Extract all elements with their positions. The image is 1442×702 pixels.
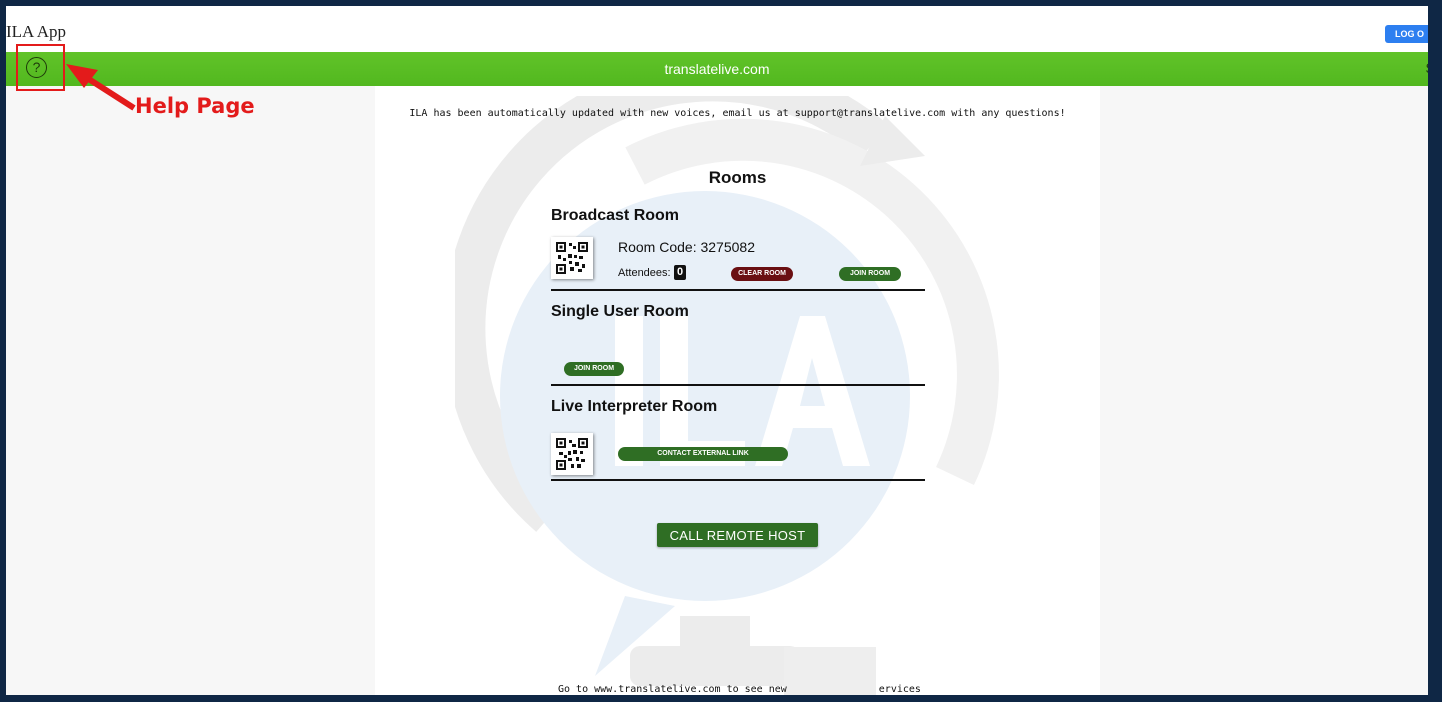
divider (551, 479, 925, 481)
footer-text: Go to www.translatelive.com to see new er… (558, 684, 921, 695)
help-page-annotation: Help Page (135, 94, 255, 118)
qr-code-icon (556, 438, 588, 470)
footer-text-left: Go to www.translatelive.com to see new (558, 684, 787, 695)
title-bar: ILA App LOG O (6, 6, 1428, 52)
attendees-count-badge: 0 (674, 265, 686, 280)
logout-button[interactable]: LOG O (1385, 25, 1428, 43)
site-name: translatelive.com (664, 61, 770, 77)
attendees-label: Attendees: (618, 267, 671, 279)
interpreter-qr-code[interactable] (551, 433, 593, 475)
clear-room-button[interactable]: CLEAR ROOM (731, 267, 793, 281)
broadcast-join-room-button[interactable]: JOIN ROOM (839, 267, 901, 281)
left-background (6, 86, 375, 695)
rooms-heading: Rooms (708, 168, 767, 187)
contact-external-link-button[interactable]: CONTACT EXTERNAL LINK (618, 447, 788, 461)
main-content: ILA has been automatically updated with … (375, 86, 1100, 695)
divider (551, 384, 925, 386)
call-remote-host-button[interactable]: CALL REMOTE HOST (657, 523, 818, 547)
right-background (1100, 86, 1428, 695)
room-code: Room Code: 3275082 (618, 239, 755, 255)
live-interpreter-room-title: Live Interpreter Room (551, 398, 718, 415)
broadcast-qr-code[interactable] (551, 237, 593, 279)
single-join-room-button[interactable]: JOIN ROOM (564, 362, 624, 376)
divider (551, 289, 925, 291)
qr-code-icon (556, 242, 588, 274)
update-notice: ILA has been automatically updated with … (409, 108, 1066, 119)
app-window: ILA App LOG O ? translatelive.com $ ILA … (6, 6, 1428, 695)
single-user-room-title: Single User Room (551, 303, 689, 320)
arrow-icon (66, 64, 136, 111)
header-right-edge-text: $ (1426, 60, 1428, 76)
footer-text-right: ervices (878, 684, 921, 695)
broadcast-room-title: Broadcast Room (551, 207, 680, 224)
header-bar: ? translatelive.com $ (6, 52, 1428, 86)
